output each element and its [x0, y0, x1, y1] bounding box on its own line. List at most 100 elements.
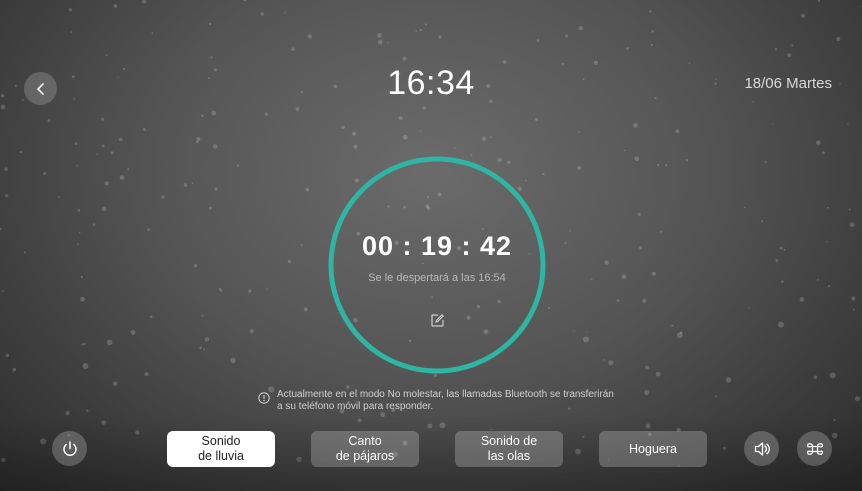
raindrop [119, 175, 125, 180]
raindrop [616, 299, 620, 302]
sound-rain-label: Sonido de lluvia [198, 434, 244, 463]
raindrop [203, 348, 205, 351]
raindrop [101, 206, 107, 212]
raindrop [214, 187, 218, 191]
raindrop [104, 181, 109, 186]
raindrop [68, 8, 73, 12]
raindrop [58, 196, 60, 198]
raindrop [781, 280, 784, 283]
volume-button[interactable] [744, 431, 779, 466]
raindrop [341, 125, 345, 129]
raindrop [130, 329, 136, 335]
raindrop [105, 54, 108, 57]
raindrop [110, 151, 114, 155]
raindrop [827, 285, 831, 288]
raindrop [236, 164, 240, 167]
raindrop [70, 31, 73, 33]
raindrop [43, 172, 46, 175]
raindrop [748, 307, 750, 309]
raindrop [822, 151, 825, 155]
raindrop [79, 231, 81, 234]
raindrop [208, 22, 212, 26]
raindrop [151, 32, 154, 34]
raindrop [127, 168, 130, 171]
raindrop [230, 357, 236, 364]
raindrop [398, 116, 403, 121]
edit-timer-button[interactable] [428, 311, 446, 329]
raindrop [826, 241, 828, 243]
raindrop [577, 166, 582, 170]
raindrop [419, 28, 423, 32]
raindrop [403, 135, 408, 140]
raindrop [626, 47, 629, 50]
raindrop [650, 43, 653, 47]
raindrop [112, 381, 118, 387]
raindrop [12, 367, 17, 372]
raindrop [573, 330, 575, 332]
raindrop [144, 372, 149, 377]
raindrop [642, 298, 647, 303]
sound-rain-button[interactable]: Sonido de lluvia [167, 431, 275, 467]
raindrop [679, 331, 683, 335]
raindrop [295, 107, 300, 111]
raindrop [586, 331, 589, 333]
raindrop [536, 39, 540, 42]
raindrop [86, 409, 89, 412]
raindrop [535, 118, 538, 121]
date-label: 18/06 Martes [744, 75, 832, 92]
edit-icon [430, 313, 444, 327]
raindrop [851, 296, 856, 301]
raindrop [621, 274, 627, 279]
raindrop [352, 131, 357, 136]
progress-ring [328, 156, 546, 374]
raindrop [249, 329, 254, 334]
raindrop [454, 147, 456, 149]
raindrop [634, 156, 640, 162]
raindrop [847, 123, 849, 126]
raindrop [147, 228, 150, 231]
raindrop [651, 271, 656, 276]
raindrop [5, 194, 9, 198]
sound-birds-label: Canto de pájaros [335, 434, 395, 463]
raindrop [583, 336, 589, 343]
raindrop [260, 12, 264, 16]
raindrop [196, 137, 201, 142]
raindrop [774, 48, 778, 51]
raindrop [637, 212, 641, 216]
raindrop [210, 56, 213, 59]
raindrop [655, 371, 661, 377]
countdown-timer: 00 : 19 : 42 [361, 231, 513, 261]
raindrop [651, 30, 654, 33]
raindrop [303, 307, 308, 312]
raindrop [676, 332, 683, 339]
sound-birds-button[interactable]: Canto de pájaros [311, 431, 419, 467]
raindrop [83, 342, 86, 346]
dnd-notice: Actualmente en el modo No molestar, las … [258, 389, 618, 413]
raindrop [248, 289, 252, 293]
raindrop [564, 242, 567, 245]
raindrop [211, 110, 217, 116]
raindrop [860, 6, 862, 8]
raindrop [300, 244, 303, 247]
raindrop [183, 183, 188, 187]
raindrop [387, 41, 389, 44]
raindrop [161, 195, 165, 199]
raindrop [633, 123, 638, 128]
sound-waves-button[interactable]: Sonido de las olas [455, 431, 563, 467]
sound-bonfire-button[interactable]: Hoguera [599, 431, 707, 467]
raindrop [644, 390, 650, 396]
bottom-bar [0, 416, 862, 491]
fan-button[interactable] [797, 431, 832, 466]
raindrop [772, 123, 774, 125]
raindrop [92, 223, 96, 226]
raindrop [715, 395, 718, 398]
raindrop [291, 47, 295, 51]
raindrop [212, 144, 218, 149]
raindrop [849, 222, 855, 228]
raindrop [377, 39, 383, 45]
raindrop [81, 343, 84, 346]
raindrop [779, 246, 783, 250]
info-icon [258, 392, 270, 404]
raindrop [852, 308, 855, 311]
power-button[interactable] [52, 431, 87, 466]
